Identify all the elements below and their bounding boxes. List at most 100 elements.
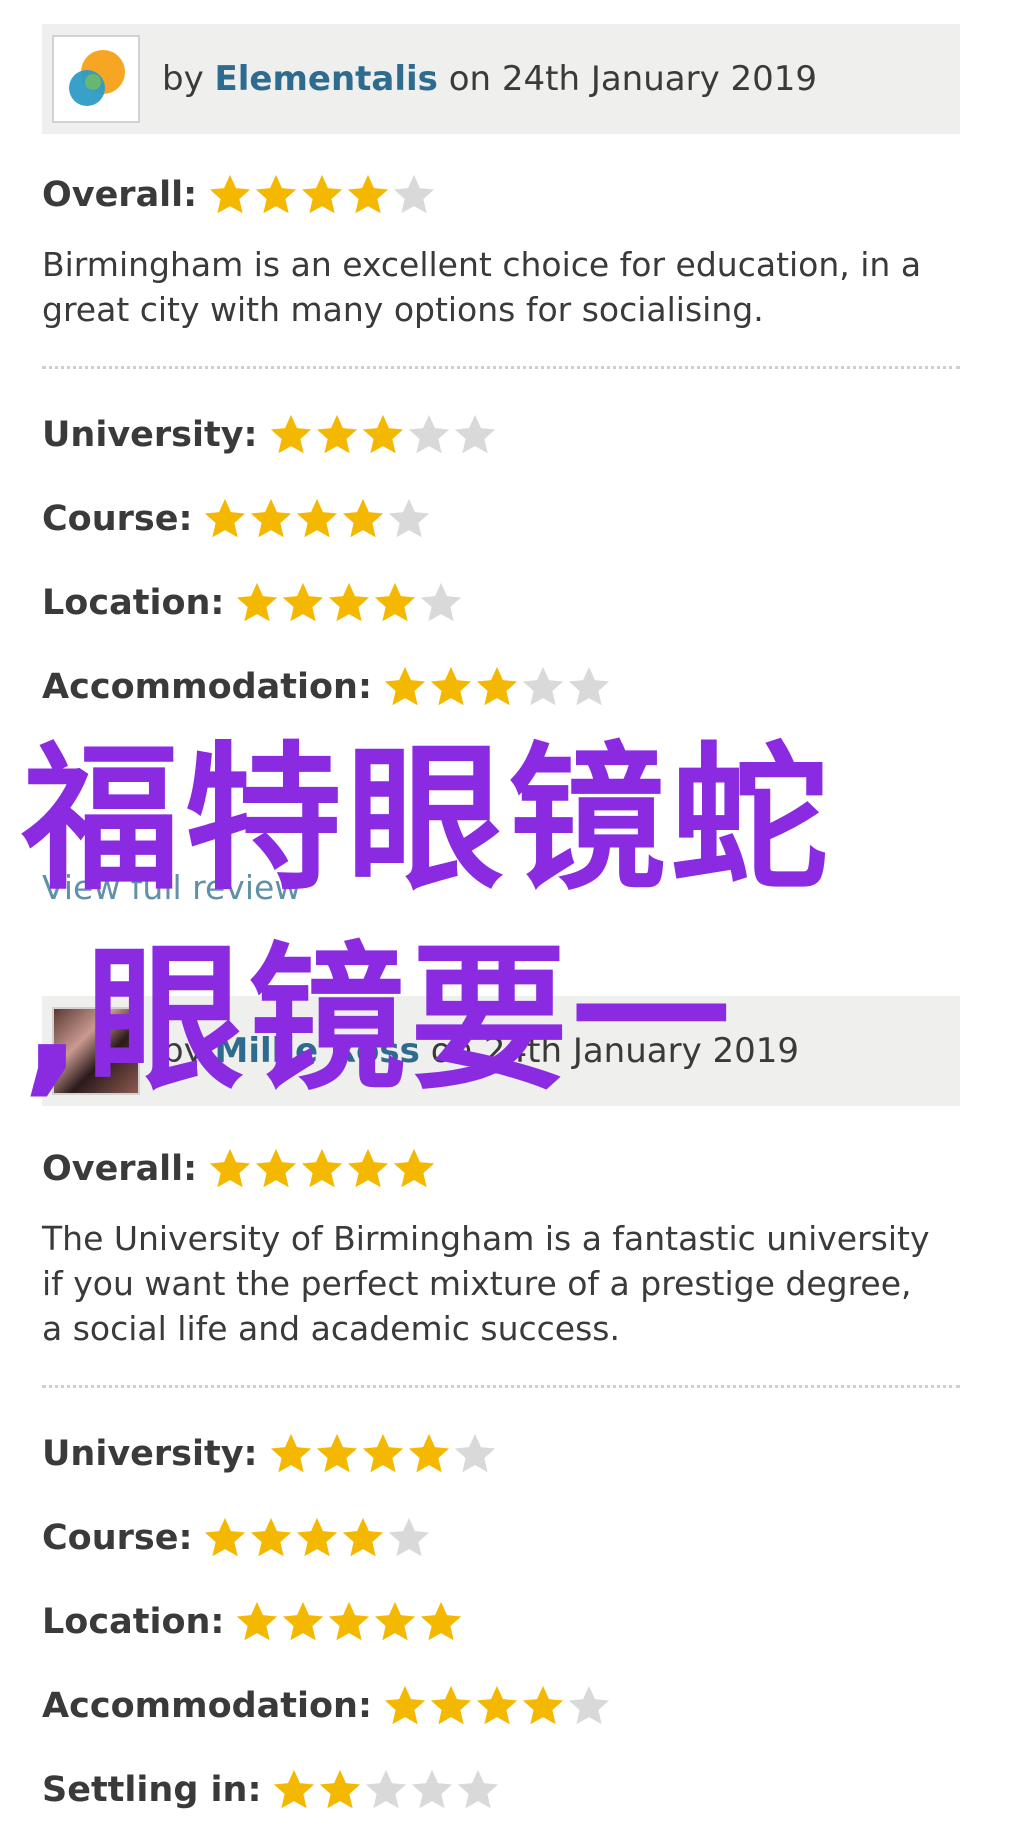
review-text: The University of Birmingham is a fantas… [42,1219,930,1348]
star-filled-icon [256,1148,297,1188]
rating-row-university: University: [42,393,960,477]
star-filled-icon [343,498,384,538]
star-filled-icon [348,1148,389,1188]
star-filled-icon [297,1517,338,1557]
star-empty-icon [421,582,462,622]
star-rating [234,1599,464,1645]
star-filled-icon [375,1601,416,1641]
star-filled-icon [283,1601,324,1641]
star-rating [207,172,437,218]
divider [42,366,960,369]
star-filled-icon [270,1433,311,1473]
review-byline: by Millie Ross on 24th January 2019 [162,1031,799,1071]
star-filled-icon [256,174,297,214]
star-filled-icon [316,414,357,454]
star-filled-icon [210,174,251,214]
view-full-review-link[interactable]: View full review [42,868,301,907]
star-filled-icon [237,582,278,622]
overall-rating: Overall: [42,170,960,220]
star-filled-icon [394,1148,435,1188]
star-filled-icon [362,414,403,454]
star-empty-icon [366,1769,407,1809]
star-rating [207,1146,437,1192]
star-rating [268,1431,498,1477]
star-empty-icon [412,1769,453,1809]
rating-label: Location: [42,1602,225,1642]
rating-row-location: Location: [42,561,960,645]
rating-row-settling-in: Settling in: [42,1748,960,1832]
star-empty-icon [389,1517,430,1557]
rating-label: Accommodation: [42,1686,372,1726]
star-empty-icon [522,666,564,706]
rating-row-course: Course: [42,477,960,561]
review-date: on 24th January 2019 [448,59,818,99]
rating-row-university: University: [42,1412,960,1496]
star-filled-icon [329,582,370,622]
review-header: by Elementalis on 24th January 2019 [42,24,960,134]
star-rating [202,496,432,542]
avatar[interactable] [52,35,140,123]
star-filled-icon [408,1433,449,1473]
star-filled-icon [384,666,426,706]
rating-label: University: [42,1434,258,1474]
review-card: by Elementalis on 24th January 2019 Over… [42,24,960,729]
elementalis-logo-icon [69,50,125,106]
review-header: by Millie Ross on 24th January 2019 [42,996,960,1106]
rating-label: Course: [42,499,193,539]
star-filled-icon [343,1517,384,1557]
star-filled-icon [205,1517,246,1557]
rating-row-accommodation: Accommodation: [42,1664,960,1748]
star-filled-icon [430,666,472,706]
review-card: by Millie Ross on 24th January 2019 Over… [42,996,960,1832]
review-text: Birmingham is an excellent choice for ed… [42,245,922,329]
star-empty-icon [394,174,435,214]
rating-label: Settling in: [42,1770,262,1810]
star-filled-icon [375,582,416,622]
author-link[interactable]: Millie Ross [215,1031,420,1071]
star-rating [271,1767,501,1813]
sub-ratings: University: Course: Location: Accommodat… [42,1412,960,1832]
review-byline: by Elementalis on 24th January 2019 [162,59,817,99]
overall-label: Overall: [42,175,198,215]
star-filled-icon [237,1601,278,1641]
star-filled-icon [316,1433,357,1473]
review-date: on 24th January 2019 [430,1031,800,1071]
by-prefix: by [162,1031,204,1071]
star-filled-icon [251,1517,292,1557]
star-filled-icon [251,498,292,538]
overall-label: Overall: [42,1149,198,1189]
rating-label: University: [42,415,258,455]
rating-row-course: Course: [42,1496,960,1580]
star-rating [382,1683,612,1729]
rating-row-location: Location: [42,1580,960,1664]
star-filled-icon [362,1433,403,1473]
star-filled-icon [274,1769,315,1809]
star-rating [268,412,498,458]
avatar[interactable] [52,1007,140,1095]
rating-label: Location: [42,583,225,623]
star-filled-icon [302,1148,343,1188]
star-filled-icon [283,582,324,622]
star-rating [202,1515,432,1561]
star-rating [382,664,612,710]
divider [42,1385,960,1388]
reviews-page: by Elementalis on 24th January 2019 Over… [0,0,1010,1823]
star-filled-icon [302,174,343,214]
star-filled-icon [210,1148,251,1188]
star-filled-icon [348,174,389,214]
rating-label: Accommodation: [42,667,372,707]
star-filled-icon [329,1601,370,1641]
star-rating [234,580,464,626]
star-empty-icon [389,498,430,538]
star-filled-icon [476,666,518,706]
star-filled-icon [522,1685,564,1725]
star-filled-icon [205,498,246,538]
star-filled-icon [270,414,311,454]
star-empty-icon [568,1685,610,1725]
star-filled-icon [384,1685,426,1725]
sub-ratings: University: Course: Location: Accommodat… [42,393,960,729]
author-link[interactable]: Elementalis [215,59,438,99]
star-filled-icon [421,1601,462,1641]
star-empty-icon [458,1769,499,1809]
star-empty-icon [408,414,449,454]
